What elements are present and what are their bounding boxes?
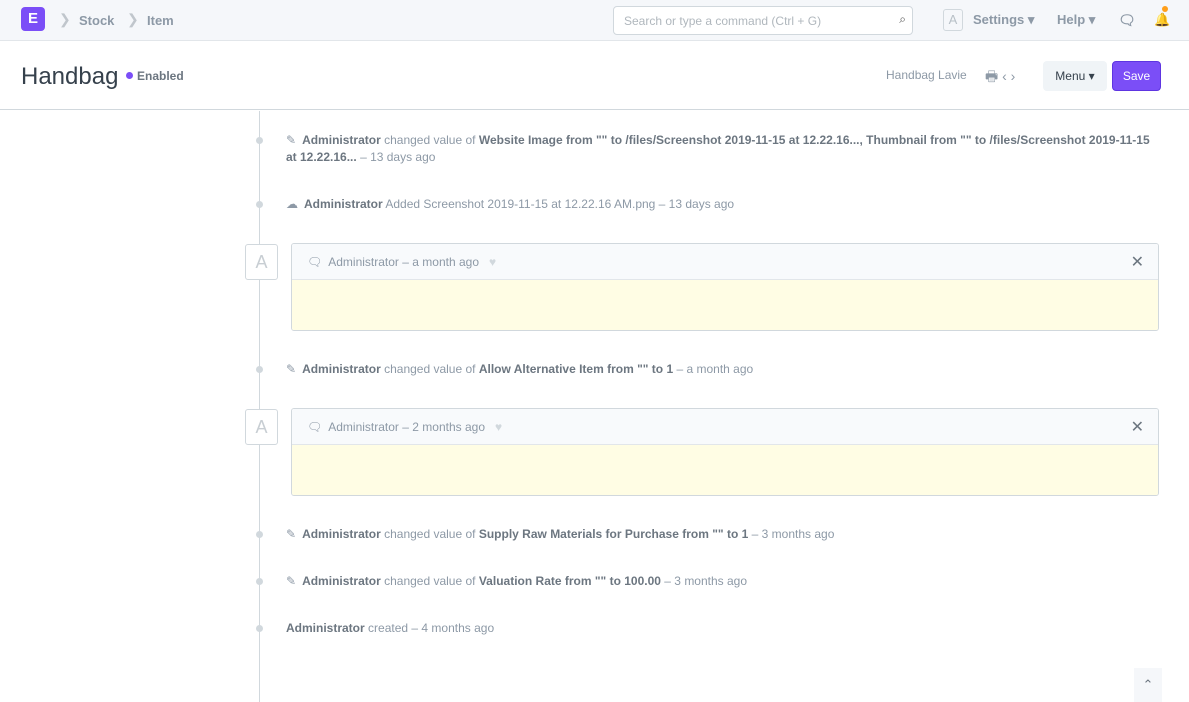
comment-body[interactable] <box>292 445 1158 495</box>
detail: Supply Raw Materials for Purchase from "… <box>478 527 749 541</box>
user[interactable]: Administrator <box>302 133 381 147</box>
scroll-to-top-button[interactable]: ⌃ <box>1134 668 1162 702</box>
prev-icon[interactable]: ‹ <box>1002 68 1007 84</box>
settings-label: Settings <box>973 12 1025 27</box>
timeline-dot <box>256 531 263 538</box>
timeline-dot <box>256 625 263 632</box>
action: changed value of <box>384 574 476 588</box>
comment-avatar: A <box>245 244 278 280</box>
user[interactable]: Administrator <box>302 574 381 588</box>
header-icons: 🖶 ‹ › <box>985 66 1015 90</box>
status-dot <box>126 72 133 79</box>
comment-card: 🗨 Administrator – 2 months ago ♥ ✕ <box>291 408 1159 496</box>
user[interactable]: Administrator <box>302 527 381 541</box>
heart-icon[interactable]: ♥ <box>495 420 502 434</box>
action: changed value of <box>384 527 476 541</box>
comment-icon: 🗨 <box>307 255 323 269</box>
user[interactable]: Administrator <box>304 197 383 211</box>
cloud-upload-icon: ☁ <box>286 197 298 211</box>
breadcrumb-item[interactable]: Item <box>147 13 174 28</box>
user: Administrator <box>328 255 399 269</box>
notification-bell-icon[interactable]: 🔔 <box>1154 6 1170 28</box>
timeline-item: ✎ Administrator changed value of Allow Al… <box>286 361 1156 378</box>
timeline-line <box>259 111 260 702</box>
menu-button[interactable]: Menu ▾ <box>1043 61 1107 91</box>
chevron-right-icon: ❯ <box>127 11 139 27</box>
search-placeholder: Search or type a command (Ctrl + G) <box>624 14 822 28</box>
comment-avatar: A <box>245 409 278 445</box>
chevron-up-icon: ⌃ <box>1142 677 1154 692</box>
status-label: Enabled <box>137 69 184 83</box>
user: Administrator <box>328 420 399 434</box>
pencil-icon: ✎ <box>286 133 297 147</box>
heart-icon[interactable]: ♥ <box>489 255 496 269</box>
timeline-item: ✎ Administrator changed value of Valuatio… <box>286 573 1156 590</box>
comment-card: 🗨 Administrator – a month ago ♥ ✕ <box>291 243 1159 331</box>
timeline-dot <box>256 366 263 373</box>
page-title: Handbag <box>21 63 119 90</box>
time: – a month ago <box>402 255 479 269</box>
comment-body[interactable] <box>292 280 1158 330</box>
timeline-item: ☁ Administrator Added Screenshot 2019-11-… <box>286 196 1156 213</box>
notification-dot <box>1162 6 1168 12</box>
save-button[interactable]: Save <box>1112 61 1161 91</box>
status-badge: Enabled <box>126 69 184 83</box>
timeline-item: ✎ Administrator changed value of Supply R… <box>286 526 1156 543</box>
action[interactable]: Added Screenshot 2019-11-15 at 12.22.16 … <box>385 197 734 211</box>
pencil-icon: ✎ <box>286 574 297 588</box>
search-icon: ⌕ <box>899 12 906 26</box>
timeline-item: Administrator created – 4 months ago <box>286 620 1156 637</box>
action: changed value of <box>384 133 476 147</box>
time: – 3 months ago <box>664 574 748 588</box>
search-input[interactable]: Search or type a command (Ctrl + G) ⌕ <box>613 6 913 35</box>
timeline-item: ✎ Administrator changed value of Website … <box>286 132 1156 166</box>
time: – a month ago <box>676 362 754 376</box>
next-icon[interactable]: › <box>1011 68 1016 84</box>
detail: Valuation Rate from "" to 100.00 <box>478 574 661 588</box>
time: – 4 months ago <box>411 621 495 635</box>
user-avatar[interactable]: A <box>943 9 963 31</box>
chat-icon[interactable]: 🗨 <box>1118 12 1136 29</box>
timeline-dot <box>256 201 263 208</box>
time: – 3 months ago <box>751 527 835 541</box>
help-dropdown[interactable]: Help ▾ <box>1057 12 1095 28</box>
close-icon[interactable]: ✕ <box>1131 252 1144 272</box>
timeline-dot <box>256 137 263 144</box>
action: created <box>368 621 409 635</box>
print-icon[interactable]: 🖶 <box>985 68 998 84</box>
user[interactable]: Administrator <box>302 362 381 376</box>
breadcrumb-stock[interactable]: Stock <box>79 13 114 28</box>
record-name: Handbag Lavie <box>886 68 967 82</box>
help-label: Help <box>1057 12 1086 27</box>
pencil-icon: ✎ <box>286 362 297 376</box>
pencil-icon: ✎ <box>286 527 297 541</box>
navbar: E ❯ Stock ❯ Item Search or type a comman… <box>0 0 1189 41</box>
action: changed value of <box>384 362 476 376</box>
timeline-dot <box>256 578 263 585</box>
comment-icon: 🗨 <box>307 420 323 434</box>
close-icon[interactable]: ✕ <box>1131 417 1144 437</box>
time: – 2 months ago <box>402 420 485 434</box>
time: – 13 days ago <box>360 150 436 164</box>
detail: Allow Alternative Item from "" to 1 <box>478 362 674 376</box>
user[interactable]: Administrator <box>286 621 365 635</box>
settings-dropdown[interactable]: Settings ▾ <box>973 12 1034 28</box>
menu-label: Menu <box>1055 69 1086 83</box>
chevron-right-icon: ❯ <box>59 11 71 27</box>
app-logo[interactable]: E <box>21 7 45 31</box>
